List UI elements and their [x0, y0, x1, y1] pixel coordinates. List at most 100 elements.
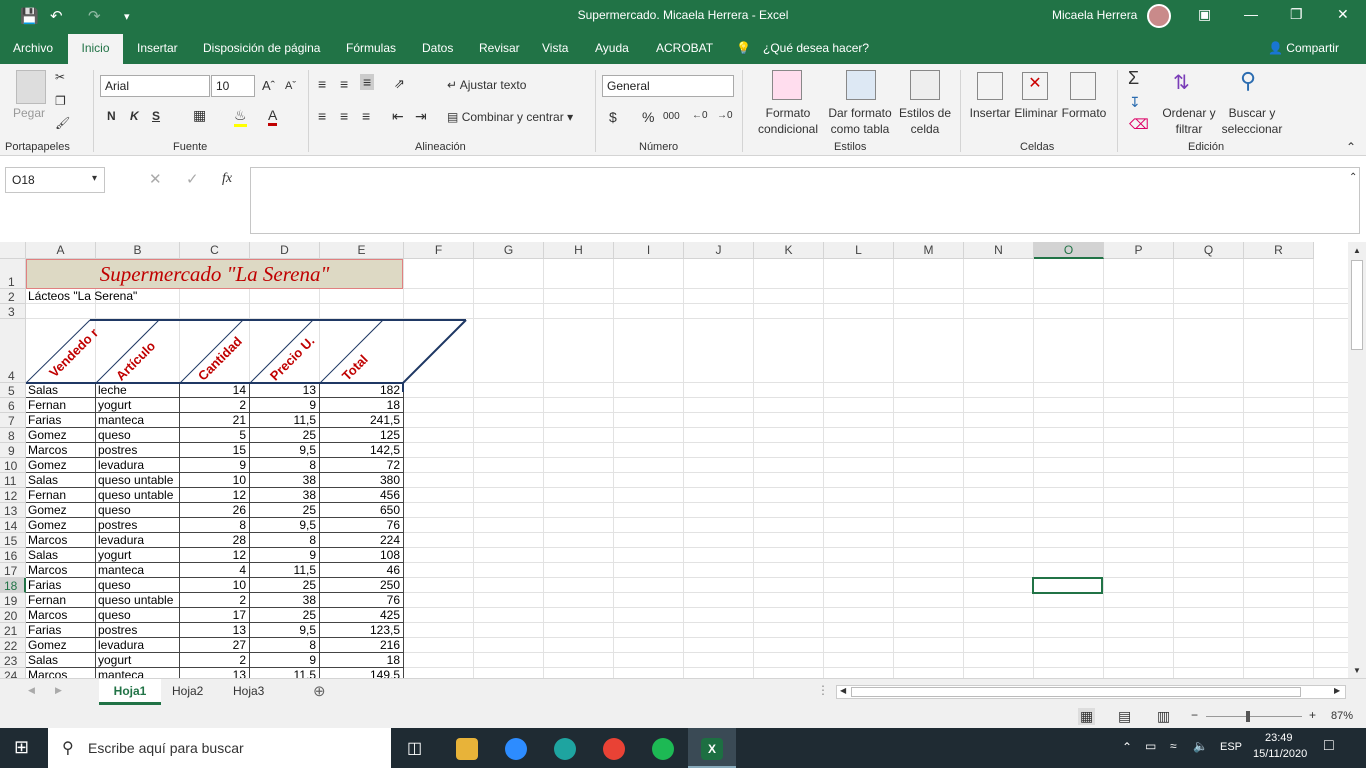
zoom-level[interactable]: 87%	[1331, 710, 1353, 722]
fill-color-icon[interactable]: ♨	[234, 107, 247, 127]
formula-input[interactable]	[250, 167, 1360, 234]
cell-vendedor[interactable]: Farias	[26, 623, 96, 638]
cell-articulo[interactable]: queso	[96, 428, 180, 443]
cell-vendedor[interactable]: Gomez	[26, 518, 96, 533]
file-explorer-icon[interactable]	[456, 738, 478, 760]
clear-icon[interactable]: ⌫	[1129, 116, 1149, 133]
column-header[interactable]: O	[1034, 242, 1104, 259]
cut-icon[interactable]: ✂	[55, 70, 65, 84]
share-button[interactable]: 👤 Compartir	[1268, 41, 1339, 55]
windows-start-icon[interactable]: ⊞	[14, 737, 29, 758]
scroll-left-icon[interactable]: ◀	[840, 686, 846, 695]
align-right-icon[interactable]: ≡	[362, 108, 370, 124]
scroll-up-icon[interactable]: ▲	[1353, 246, 1361, 255]
cell-cantidad[interactable]: 27	[180, 638, 250, 653]
normal-view-icon[interactable]: ▦	[1078, 708, 1096, 725]
split-handle-icon[interactable]: ⋮	[817, 683, 829, 697]
minimize-icon[interactable]: —	[1244, 6, 1258, 22]
expand-formula-bar-icon[interactable]: ⌃	[1349, 172, 1357, 183]
row-header[interactable]: 18	[0, 578, 26, 593]
cell-total[interactable]: 72	[320, 458, 404, 473]
prev-sheet-icon[interactable]: ◀	[28, 685, 35, 696]
increase-indent-icon[interactable]: ⇥	[415, 108, 427, 125]
row-header[interactable]: 14	[0, 518, 26, 533]
cell-precio[interactable]: 25	[250, 608, 320, 623]
cell-vendedor[interactable]: Farias	[26, 578, 96, 593]
row-header[interactable]: 13	[0, 503, 26, 518]
row-header[interactable]: 17	[0, 563, 26, 578]
confirm-entry-icon[interactable]: ✓	[186, 170, 199, 188]
cell-articulo[interactable]: manteca	[96, 563, 180, 578]
scroll-down-icon[interactable]: ▼	[1353, 666, 1361, 675]
cell-precio[interactable]: 9,5	[250, 518, 320, 533]
cell-vendedor[interactable]: Marcos	[26, 608, 96, 623]
copy-icon[interactable]: ❐	[55, 94, 66, 108]
tab-acrobat[interactable]: ACROBAT	[656, 41, 713, 55]
cell-vendedor[interactable]: Fernan	[26, 488, 96, 503]
vscroll-thumb[interactable]	[1351, 260, 1363, 350]
decrease-decimal-icon[interactable]: →0	[717, 110, 733, 121]
zoom-app-icon[interactable]	[505, 738, 527, 760]
column-header[interactable]: Q	[1174, 242, 1244, 259]
insert-function-icon[interactable]: fx	[222, 171, 232, 187]
cell-articulo[interactable]: queso	[96, 503, 180, 518]
cell-cantidad[interactable]: 10	[180, 578, 250, 593]
sheet-tab-hoja1[interactable]: Hoja1	[99, 679, 161, 705]
font-size-select[interactable]: 10	[211, 75, 255, 97]
tab-vista[interactable]: Vista	[542, 41, 568, 55]
delete-cells-button[interactable]: Eliminar	[1012, 105, 1060, 121]
cell-vendedor[interactable]: Farias	[26, 413, 96, 428]
battery-icon[interactable]: ▭	[1145, 739, 1156, 753]
font-color-icon[interactable]: A	[268, 107, 278, 126]
cell-total[interactable]: 76	[320, 593, 404, 608]
excel-taskbar-button[interactable]: X	[688, 728, 736, 768]
cell-articulo[interactable]: queso untable	[96, 593, 180, 608]
cell-cantidad[interactable]: 12	[180, 548, 250, 563]
new-sheet-icon[interactable]: ⊕	[313, 682, 326, 700]
column-header[interactable]: M	[894, 242, 964, 259]
cell-precio[interactable]: 8	[250, 533, 320, 548]
cell-articulo[interactable]: manteca	[96, 413, 180, 428]
row-header[interactable]: 16	[0, 548, 26, 563]
cell-precio[interactable]: 38	[250, 473, 320, 488]
bold-button[interactable]: N	[107, 109, 116, 123]
format-as-table-button[interactable]: Dar formato como tabla	[825, 105, 895, 137]
cell-cantidad[interactable]: 9	[180, 458, 250, 473]
vertical-scrollbar[interactable]: ▲ ▼	[1348, 242, 1366, 678]
zoom-out-icon[interactable]: −	[1191, 708, 1198, 722]
cell-articulo[interactable]: queso untable	[96, 488, 180, 503]
cell-articulo[interactable]: postres	[96, 518, 180, 533]
cell-precio[interactable]: 11,5	[250, 668, 320, 678]
maximize-icon[interactable]: ❐	[1290, 6, 1303, 23]
cell-vendedor[interactable]: Salas	[26, 653, 96, 668]
column-header[interactable]: I	[614, 242, 684, 259]
tab-revisar[interactable]: Revisar	[479, 41, 520, 55]
column-header[interactable]: K	[754, 242, 824, 259]
cell-precio[interactable]: 38	[250, 488, 320, 503]
cell-total[interactable]: 425	[320, 608, 404, 623]
clock-time[interactable]: 23:49	[1265, 732, 1293, 744]
cell-cantidad[interactable]: 26	[180, 503, 250, 518]
page-layout-view-icon[interactable]: ▤	[1118, 708, 1131, 725]
cell-total[interactable]: 224	[320, 533, 404, 548]
cell-vendedor[interactable]: Gomez	[26, 458, 96, 473]
row-header[interactable]: 8	[0, 428, 26, 443]
edge-icon[interactable]	[554, 738, 576, 760]
spotify-icon[interactable]	[652, 738, 674, 760]
row-header[interactable]: 10	[0, 458, 26, 473]
scroll-right-icon[interactable]: ▶	[1334, 686, 1340, 695]
tab-insertar[interactable]: Insertar	[137, 41, 178, 55]
sort-filter-button[interactable]: Ordenar y filtrar	[1160, 105, 1218, 137]
cell-total[interactable]: 380	[320, 473, 404, 488]
percent-button[interactable]: %	[642, 109, 654, 125]
cell-vendedor[interactable]: Gomez	[26, 638, 96, 653]
tell-me-search[interactable]: ¿Qué desea hacer?	[763, 41, 869, 55]
number-format-select[interactable]: General	[602, 75, 734, 97]
cell-articulo[interactable]: postres	[96, 623, 180, 638]
cell-precio[interactable]: 9,5	[250, 443, 320, 458]
cell-total[interactable]: 108	[320, 548, 404, 563]
align-middle-icon[interactable]: ≡	[340, 76, 348, 92]
cell-vendedor[interactable]: Gomez	[26, 503, 96, 518]
cell-cantidad[interactable]: 2	[180, 398, 250, 413]
decrease-indent-icon[interactable]: ⇤	[392, 108, 404, 125]
